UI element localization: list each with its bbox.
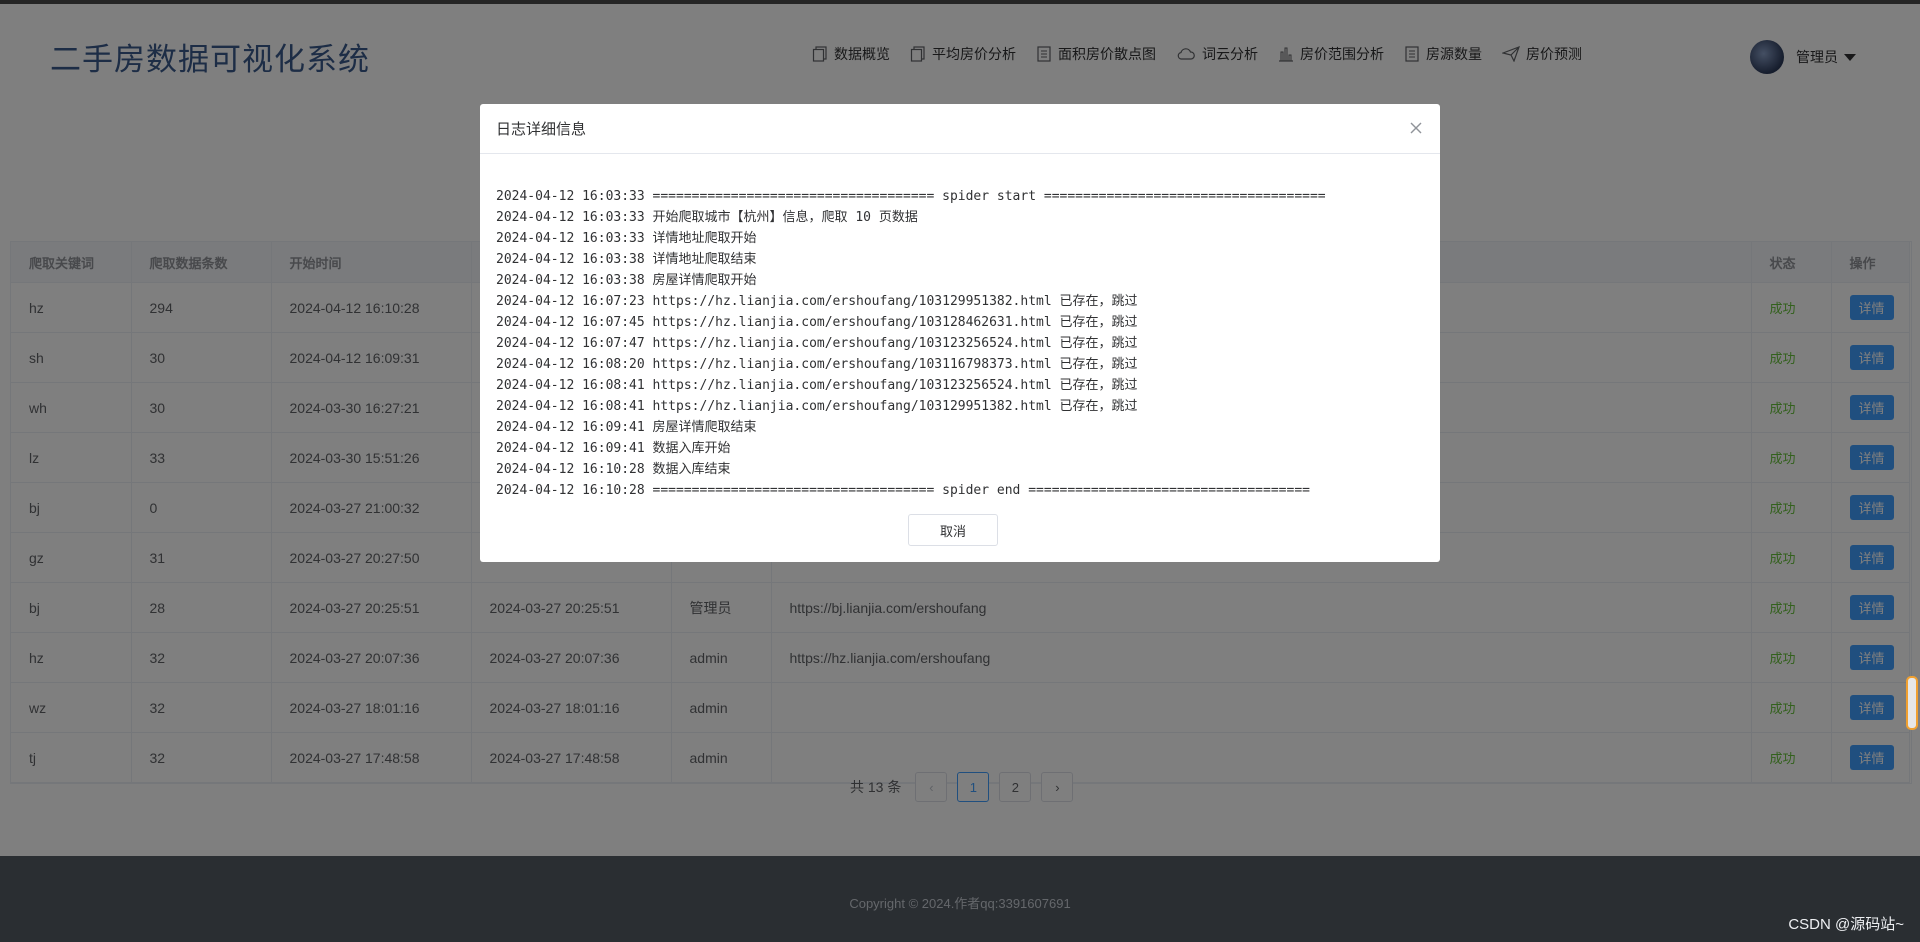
dialog-divider bbox=[480, 153, 1440, 154]
log-line: 2024-04-12 16:03:33 开始爬取城市【杭州】信息，爬取 10 页… bbox=[496, 210, 918, 225]
cancel-button[interactable]: 取消 bbox=[908, 514, 998, 546]
close-icon[interactable] bbox=[1406, 118, 1426, 138]
log-line: 2024-04-12 16:03:33 详情地址爬取开始 bbox=[496, 231, 757, 246]
log-line: 2024-04-12 16:03:38 房屋详情爬取开始 bbox=[496, 273, 757, 288]
log-line: 2024-04-12 16:08:41 https://hz.lianjia.c… bbox=[496, 378, 1138, 393]
log-line: 2024-04-12 16:09:41 数据入库开始 bbox=[496, 441, 731, 456]
log-line: 2024-04-12 16:08:20 https://hz.lianjia.c… bbox=[496, 357, 1138, 372]
log-line: 2024-04-12 16:07:45 https://hz.lianjia.c… bbox=[496, 315, 1138, 330]
watermark: CSDN @源码站~ bbox=[1788, 916, 1904, 933]
dialog-title: 日志详细信息 bbox=[496, 121, 587, 138]
log-line: 2024-04-12 16:03:33 ====================… bbox=[496, 189, 1326, 204]
log-line: 2024-04-12 16:08:41 https://hz.lianjia.c… bbox=[496, 399, 1138, 414]
log-line: 2024-04-12 16:09:41 房屋详情爬取结束 bbox=[496, 420, 757, 435]
scrollbar-thumb[interactable] bbox=[1906, 676, 1918, 730]
log-line: 2024-04-12 16:10:28 数据入库结束 bbox=[496, 462, 731, 477]
log-line: 2024-04-12 16:10:28 ====================… bbox=[496, 483, 1310, 498]
log-content: 2024-04-12 16:03:33 ====================… bbox=[496, 186, 1426, 501]
log-detail-dialog: 日志详细信息 2024-04-12 16:03:33 =============… bbox=[480, 104, 1440, 562]
log-line: 2024-04-12 16:07:23 https://hz.lianjia.c… bbox=[496, 294, 1138, 309]
log-line: 2024-04-12 16:03:38 详情地址爬取结束 bbox=[496, 252, 757, 267]
log-line: 2024-04-12 16:07:47 https://hz.lianjia.c… bbox=[496, 336, 1138, 351]
